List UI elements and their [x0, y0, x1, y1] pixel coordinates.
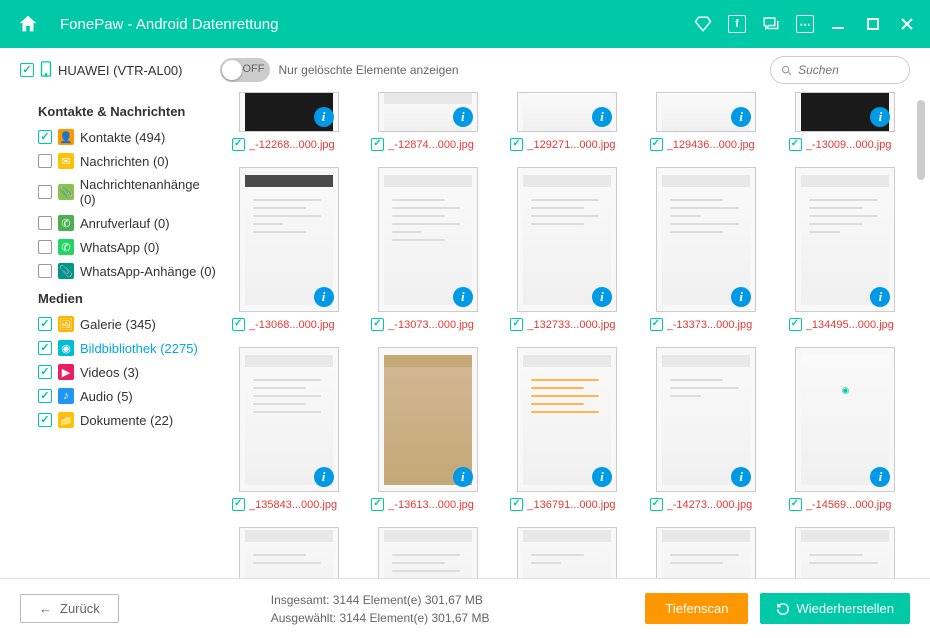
close-icon[interactable]	[896, 13, 918, 35]
info-icon[interactable]: i	[314, 107, 334, 127]
toggle-description: Nur gelöschte Elemente anzeigen	[278, 63, 458, 77]
arrow-left-icon: ←	[39, 601, 52, 616]
toolbar: HUAWEI (VTR-AL00) OFF Nur gelöschte Elem…	[0, 48, 930, 92]
home-icon[interactable]	[12, 8, 44, 40]
call-icon: ✆	[58, 215, 74, 231]
section-contacts: Kontakte & Nachrichten	[38, 104, 218, 119]
thumbnail-item[interactable]: i _136791...000.jpg	[510, 347, 623, 511]
thumbnail-item[interactable]: i _-13068...000.jpg	[232, 167, 345, 331]
info-icon[interactable]: i	[314, 287, 334, 307]
section-media: Medien	[38, 291, 218, 306]
thumbnail-item[interactable]: i _-13009...000.jpg	[789, 92, 902, 151]
thumbnail-item[interactable]: i _-13373...000.jpg	[650, 167, 763, 331]
device-checkbox[interactable]	[20, 63, 34, 77]
thumbnail-item[interactable]	[789, 527, 902, 578]
attach-icon: 📎	[58, 184, 74, 200]
sidebar-item-image-library[interactable]: ◉Bildbibliothek (2275)	[20, 336, 218, 360]
info-icon[interactable]: i	[592, 467, 612, 487]
thumbnail-item[interactable]	[232, 527, 345, 578]
feedback-icon[interactable]	[760, 13, 782, 35]
facebook-icon[interactable]: f	[726, 13, 748, 35]
info-icon[interactable]: i	[453, 287, 473, 307]
phone-icon	[40, 61, 52, 80]
thumbnail-item[interactable]: i _129436...000.jpg	[650, 92, 763, 151]
thumbnail-item[interactable]: i _-12874...000.jpg	[371, 92, 484, 151]
video-icon: ▶	[58, 364, 74, 380]
whatsapp-attach-icon: 📎	[58, 263, 74, 279]
thumbnail-item[interactable]: i _-12268...000.jpg	[232, 92, 345, 151]
thumbnail-item[interactable]: i _-13613...000.jpg	[371, 347, 484, 511]
search-icon	[781, 64, 792, 77]
sidebar-item-audio[interactable]: ♪Audio (5)	[20, 384, 218, 408]
device-selector[interactable]: HUAWEI (VTR-AL00)	[20, 61, 182, 80]
scrollbar[interactable]	[916, 92, 926, 578]
sidebar: Kontakte & Nachrichten 👤Kontakte (494) ✉…	[0, 92, 226, 578]
diamond-icon[interactable]	[692, 13, 714, 35]
toggle-state: OFF	[242, 63, 264, 75]
more-icon[interactable]: ⋯	[794, 13, 816, 35]
sidebar-item-messages[interactable]: ✉Nachrichten (0)	[20, 149, 218, 173]
thumbnail-item[interactable]: i _-14273...000.jpg	[650, 347, 763, 511]
thumbnail-item[interactable]	[650, 527, 763, 578]
maximize-icon[interactable]	[862, 13, 884, 35]
doc-icon: 📁	[58, 412, 74, 428]
info-icon[interactable]: i	[592, 107, 612, 127]
search-input[interactable]	[798, 63, 899, 77]
info-icon[interactable]: i	[453, 467, 473, 487]
info-icon[interactable]: i	[592, 287, 612, 307]
thumbnail-item[interactable]: i _132733...000.jpg	[510, 167, 623, 331]
app-title: FonePaw - Android Datenrettung	[60, 16, 692, 33]
deleted-only-toggle[interactable]: OFF	[220, 58, 270, 82]
thumb-checkbox[interactable]	[232, 138, 245, 151]
titlebar: FonePaw - Android Datenrettung f ⋯	[0, 0, 930, 48]
contacts-icon: 👤	[58, 129, 74, 145]
total-count: Insgesamt: 3144 Element(e) 301,67 MB	[271, 591, 490, 609]
thumbnail-item[interactable]: i _129271...000.jpg	[510, 92, 623, 151]
thumbnail-item[interactable]: ◉i _-14569...000.jpg	[789, 347, 902, 511]
sidebar-item-videos[interactable]: ▶Videos (3)	[20, 360, 218, 384]
thumbnail-item[interactable]	[371, 527, 484, 578]
info-icon[interactable]: i	[453, 107, 473, 127]
imagelib-icon: ◉	[58, 340, 74, 356]
sidebar-item-msg-attach[interactable]: 📎Nachrichtenanhänge (0)	[20, 173, 218, 211]
summary-text: Insgesamt: 3144 Element(e) 301,67 MB Aus…	[271, 591, 490, 627]
refresh-icon	[776, 602, 790, 616]
search-box[interactable]	[770, 56, 910, 84]
thumbnail-item[interactable]: i _134495...000.jpg	[789, 167, 902, 331]
audio-icon: ♪	[58, 388, 74, 404]
thumbnail-item[interactable]: i _135843...000.jpg	[232, 347, 345, 511]
back-button[interactable]: ← Zurück	[20, 594, 119, 623]
thumbnail-item[interactable]	[510, 527, 623, 578]
gallery-icon: 🖼	[58, 316, 74, 332]
thumbnail-grid: i _-12268...000.jpg i _-12874...000.jpg …	[226, 92, 930, 578]
sidebar-item-documents[interactable]: 📁Dokumente (22)	[20, 408, 218, 432]
selected-count: Ausgewählt: 3144 Element(e) 301,67 MB	[271, 609, 490, 627]
sidebar-item-whatsapp[interactable]: ✆WhatsApp (0)	[20, 235, 218, 259]
info-icon[interactable]: i	[314, 467, 334, 487]
sidebar-item-contacts[interactable]: 👤Kontakte (494)	[20, 125, 218, 149]
footer: ← Zurück Insgesamt: 3144 Element(e) 301,…	[0, 578, 930, 638]
thumbnail-item[interactable]: i _-13073...000.jpg	[371, 167, 484, 331]
deep-scan-button[interactable]: Tiefenscan	[645, 593, 748, 624]
minimize-icon[interactable]	[828, 13, 850, 35]
sidebar-item-whatsapp-attach[interactable]: 📎WhatsApp-Anhänge (0)	[20, 259, 218, 283]
messages-icon: ✉	[58, 153, 74, 169]
recover-button[interactable]: Wiederherstellen	[760, 593, 910, 624]
filename: _-12268...000.jpg	[249, 139, 345, 151]
sidebar-item-calls[interactable]: ✆Anrufverlauf (0)	[20, 211, 218, 235]
sidebar-item-gallery[interactable]: 🖼Galerie (345)	[20, 312, 218, 336]
device-name: HUAWEI (VTR-AL00)	[58, 63, 182, 78]
whatsapp-icon: ✆	[58, 239, 74, 255]
